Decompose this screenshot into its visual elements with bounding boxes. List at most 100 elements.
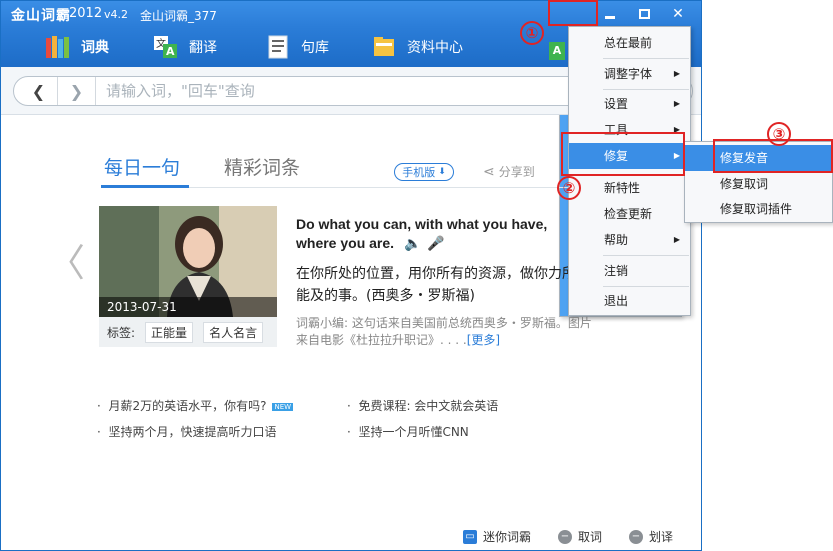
search-input[interactable] [106,81,546,101]
books-icon [45,34,71,60]
minimize-button[interactable] [593,1,627,27]
annotation-box-2 [561,132,685,176]
annotation-step-2: ② [557,176,581,200]
new-badge: NEW [272,402,294,411]
promo-link[interactable]: · 坚持一个月听懂CNN [347,423,469,440]
annotation-step-1: ① [520,21,544,45]
submenu-item-repair-word-pick[interactable]: 修复取词 [685,171,832,197]
forward-button[interactable]: ❯ [58,77,96,105]
menu-separator [603,286,689,287]
maximize-button[interactable] [627,1,661,27]
tag-chip[interactable]: 正能量 [145,321,194,343]
nav-label: 句库 [301,40,329,56]
quote-chinese: 在你所处的位置，用你所有的资源，做你力所能及的事。(西奥多・罗斯福) [296,266,576,304]
menu-item-label: 退出 [604,294,629,308]
bullet: · [97,399,109,413]
nav-sentences[interactable]: 句库 [265,33,329,61]
user-name[interactable]: 金山词霸_377 [140,7,217,24]
quote-english-text: Do what you can, with what you have, whe… [296,216,548,251]
share-icon: ⋖ [483,163,495,180]
menu-separator [603,89,689,90]
promo-link-label: 免费课程: 会中文就会英语 [358,399,499,413]
app-logo: 金山词霸 [11,8,71,24]
nav-resources[interactable]: 资料中心 [371,33,463,61]
promo-link-label: 坚持一个月听懂CNN [358,425,469,439]
share-button[interactable]: ⋖ 分享到 [483,163,535,180]
bottom-label: 取词 [578,530,603,544]
menu-item-label: 新特性 [604,181,641,195]
annotation-step-3: ③ [767,122,791,146]
speaker-icon[interactable]: 🔈 [404,234,421,253]
menu-item-settings[interactable]: 设置 ▶ [569,91,690,117]
menu-item-help[interactable]: 帮助 ▶ [569,227,690,253]
tab-divider [189,187,569,188]
mobile-version-button[interactable]: 手机版 ⬇ [394,163,454,181]
bottom-label: 划译 [649,530,674,544]
side-badge: A [549,42,565,60]
submenu-item-label: 修复取词 [720,177,769,191]
folder-icon [371,34,397,60]
translate-icon: 文A [153,34,179,60]
active-tab-indicator [101,185,189,188]
back-button[interactable]: ❮ [20,77,58,105]
promo-link[interactable]: · 坚持两个月，快速提高听力口语 [97,423,276,440]
menu-item-label: 帮助 [604,233,629,247]
pick-word-icon: − [558,529,572,544]
mini-dict-icon: ▭ [463,529,477,544]
menu-item-label: 总在最前 [604,36,653,50]
microphone-icon[interactable]: 🎤 [427,234,444,253]
download-icon: ⬇ [438,167,446,177]
pick-word-toggle[interactable]: − 取词 [558,528,602,545]
select-translate-icon: − [629,529,643,544]
maximize-icon [638,9,650,19]
submenu-arrow-icon: ▶ [673,69,680,78]
menu-separator [603,255,689,256]
tag-chip[interactable]: 名人名言 [203,321,264,343]
nav-label: 资料中心 [407,40,463,56]
tags-label: 标签: [107,325,136,340]
previous-arrow[interactable]: 〈 [47,243,85,283]
mini-dict-button[interactable]: ▭ 迷你词霸 [463,528,531,545]
bullet: · [347,425,359,439]
minimize-icon [605,15,615,19]
app-version: v4.2 [104,8,129,21]
bottom-label: 迷你词霸 [483,530,532,544]
menu-item-font-size[interactable]: 调整字体 ▶ [569,61,690,87]
select-translate-toggle[interactable]: − 划译 [629,528,673,545]
submenu-arrow-icon: ▶ [673,235,680,244]
submenu-item-label: 修复取词插件 [720,202,793,216]
close-button[interactable]: ✕ [661,1,695,27]
menu-item-label: 注销 [604,264,629,278]
menu-item-check-update[interactable]: 检查更新 [569,201,690,227]
annotation-box-1 [548,0,598,26]
promo-link[interactable]: · 免费课程: 会中文就会英语 [347,397,498,414]
promo-link-label: 月薪2万的英语水平，你有吗? [108,399,267,413]
editor-note: 词霸小编: 这句话来自美国前总统西奥多・罗斯福。图片来自电影《杜拉拉升职记》. … [296,315,596,349]
nav-translate[interactable]: 文A 翻译 [153,33,217,61]
menu-item-always-on-top[interactable]: 总在最前 [569,30,690,56]
menu-separator [603,58,689,59]
daily-photo: 2013-07-31 [99,206,277,317]
nav-dictionary[interactable]: 词典 [45,33,109,61]
menu-item-logout[interactable]: 注销 [569,258,690,284]
more-link[interactable]: [更多] [467,333,500,347]
tag-row: 标签: 正能量 名人名言 [99,317,277,347]
tab-daily-sentence[interactable]: 每日一句 [104,153,180,180]
share-label: 分享到 [498,165,535,179]
sentence-library-icon [265,34,291,60]
nav-label: 翻译 [189,40,217,56]
menu-item-exit[interactable]: 退出 [569,288,690,314]
menu-item-label: 调整字体 [604,67,653,81]
menu-item-label: 检查更新 [604,207,653,221]
submenu-item-repair-word-pick-plugin[interactable]: 修复取词插件 [685,196,832,222]
svg-text:A: A [166,45,175,58]
app-version-year: 2012 [69,6,103,21]
tab-featured-words[interactable]: 精彩词条 [224,153,300,180]
bottom-bar: ▭ 迷你词霸 − 取词 − 划译 [1,523,701,550]
promo-link-label: 坚持两个月，快速提高听力口语 [108,425,277,439]
editor-note-text: 词霸小编: 这句话来自美国前总统西奥多・罗斯福。图片来自电影《杜拉拉升职记》. … [296,316,592,347]
bullet: · [347,399,359,413]
promo-link[interactable]: · 月薪2万的英语水平，你有吗? NEW [97,397,294,414]
nav-label: 词典 [81,40,109,56]
menu-item-new-features[interactable]: 新特性 [569,175,690,201]
